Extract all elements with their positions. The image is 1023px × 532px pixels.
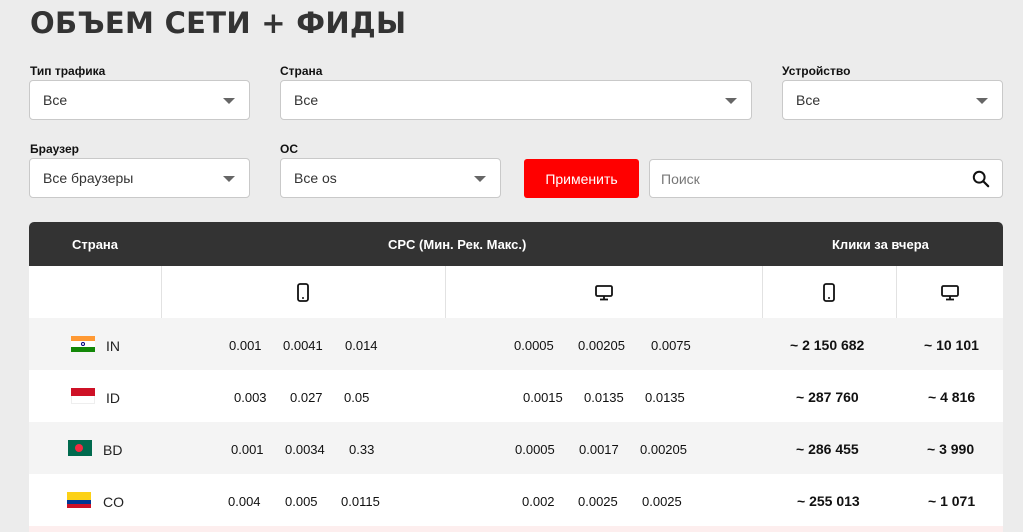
browser-value: Все браузеры [43, 170, 134, 186]
desktop-cpc-min: 0.002 [522, 494, 555, 509]
country-select[interactable]: Все [280, 80, 752, 120]
mobile-cpc-rec: 0.027 [290, 390, 323, 405]
browser-select[interactable]: Все браузеры [29, 158, 250, 198]
mobile-cpc-rec: 0.0034 [285, 442, 325, 457]
os-label: ОС [280, 142, 298, 156]
mobile-cpc-min: 0.001 [231, 442, 264, 457]
desktop-cpc-rec: 0.0135 [584, 390, 624, 405]
device-label: Устройство [782, 64, 851, 78]
network-volume-table: Страна CPC (Мин. Рек. Макс.) Клики за вч… [29, 222, 1003, 532]
flag-bangladesh-icon [68, 440, 92, 456]
desktop-cpc-rec: 0.0017 [579, 442, 619, 457]
os-select[interactable]: Все os [280, 158, 501, 198]
search-box [649, 159, 1003, 198]
mobile-clicks: ~ 255 013 [797, 493, 860, 509]
mobile-cpc-max: 0.05 [344, 390, 370, 405]
desktop-clicks: ~ 4 816 [928, 389, 976, 405]
desktop-cpc-max: 0.0075 [651, 338, 691, 353]
desktop-clicks: ~ 10 101 [924, 337, 979, 353]
flag-india-icon [71, 336, 95, 352]
mobile-cpc-max: 0.0115 [341, 494, 380, 509]
traffic-type-value: Все [43, 92, 68, 108]
mobile-cpc-min: 0.003 [234, 390, 267, 405]
mobile-icon [823, 283, 835, 302]
page-title: ОБЪЕМ СЕТИ + ФИДЫ [30, 6, 407, 40]
apply-button[interactable]: Применить [524, 159, 639, 198]
device-subheader [29, 266, 1003, 318]
country-code: BD [103, 442, 123, 458]
device-value: Все [796, 92, 821, 108]
chevron-down-icon [223, 98, 235, 104]
mobile-icon [297, 283, 309, 302]
desktop-cpc-max: 0.0025 [642, 494, 682, 509]
mobile-cpc-min: 0.004 [228, 494, 261, 509]
mobile-cpc-max: 0.33 [349, 442, 375, 457]
desktop-icon [595, 285, 613, 301]
mobile-clicks: ~ 287 760 [796, 389, 859, 405]
mobile-cpc-min: 0.001 [229, 338, 262, 353]
header-country: Страна [72, 237, 119, 252]
header-clicks: Клики за вчера [832, 237, 929, 252]
chevron-down-icon [725, 98, 737, 104]
desktop-cpc-max: 0.00205 [640, 442, 687, 457]
country-label: Страна [280, 64, 323, 78]
traffic-type-select[interactable]: Все [29, 80, 250, 120]
traffic-type-label: Тип трафика [30, 64, 106, 78]
country-code: ID [106, 390, 120, 406]
search-input[interactable] [650, 160, 950, 197]
chevron-down-icon [976, 98, 988, 104]
chevron-down-icon [223, 176, 235, 182]
flag-colombia-icon [67, 492, 91, 508]
chevron-down-icon [474, 176, 486, 182]
mobile-cpc-rec: 0.0041 [283, 338, 323, 353]
desktop-cpc-rec: 0.0025 [578, 494, 618, 509]
desktop-icon [941, 285, 959, 301]
search-icon[interactable] [972, 170, 990, 188]
desktop-cpc-min: 0.0015 [523, 390, 563, 405]
table-row[interactable]: BD 0.001 0.0034 0.33 0.0005 0.0017 0.002… [29, 422, 1003, 474]
desktop-cpc-max: 0.0135 [645, 390, 685, 405]
mobile-cpc-max: 0.014 [345, 338, 378, 353]
flag-indonesia-icon [71, 388, 95, 404]
desktop-cpc-min: 0.0005 [515, 442, 555, 457]
country-code: CO [103, 494, 124, 510]
desktop-clicks: ~ 3 990 [927, 441, 975, 457]
mobile-clicks: ~ 2 150 682 [790, 337, 865, 353]
desktop-cpc-rec: 0.00205 [578, 338, 625, 353]
browser-label: Браузер [30, 142, 79, 156]
header-cpc: CPC (Мин. Рек. Макс.) [388, 237, 527, 252]
table-row[interactable]: ID 0.003 0.027 0.05 0.0015 0.0135 0.0135… [29, 370, 1003, 422]
country-value: Все [294, 92, 319, 108]
desktop-cpc-min: 0.0005 [514, 338, 554, 353]
os-value: Все os [294, 170, 337, 186]
device-select[interactable]: Все [782, 80, 1003, 120]
table-row[interactable]: IN 0.001 0.0041 0.014 0.0005 0.00205 0.0… [29, 318, 1003, 370]
mobile-clicks: ~ 286 455 [796, 441, 859, 457]
next-row-edge [29, 526, 1003, 532]
mobile-cpc-rec: 0.005 [285, 494, 318, 509]
table-row[interactable]: CO 0.004 0.005 0.0115 0.002 0.0025 0.002… [29, 474, 1003, 526]
table-header: Страна CPC (Мин. Рек. Макс.) Клики за вч… [29, 222, 1003, 266]
desktop-clicks: ~ 1 071 [928, 493, 976, 509]
country-code: IN [106, 338, 120, 354]
